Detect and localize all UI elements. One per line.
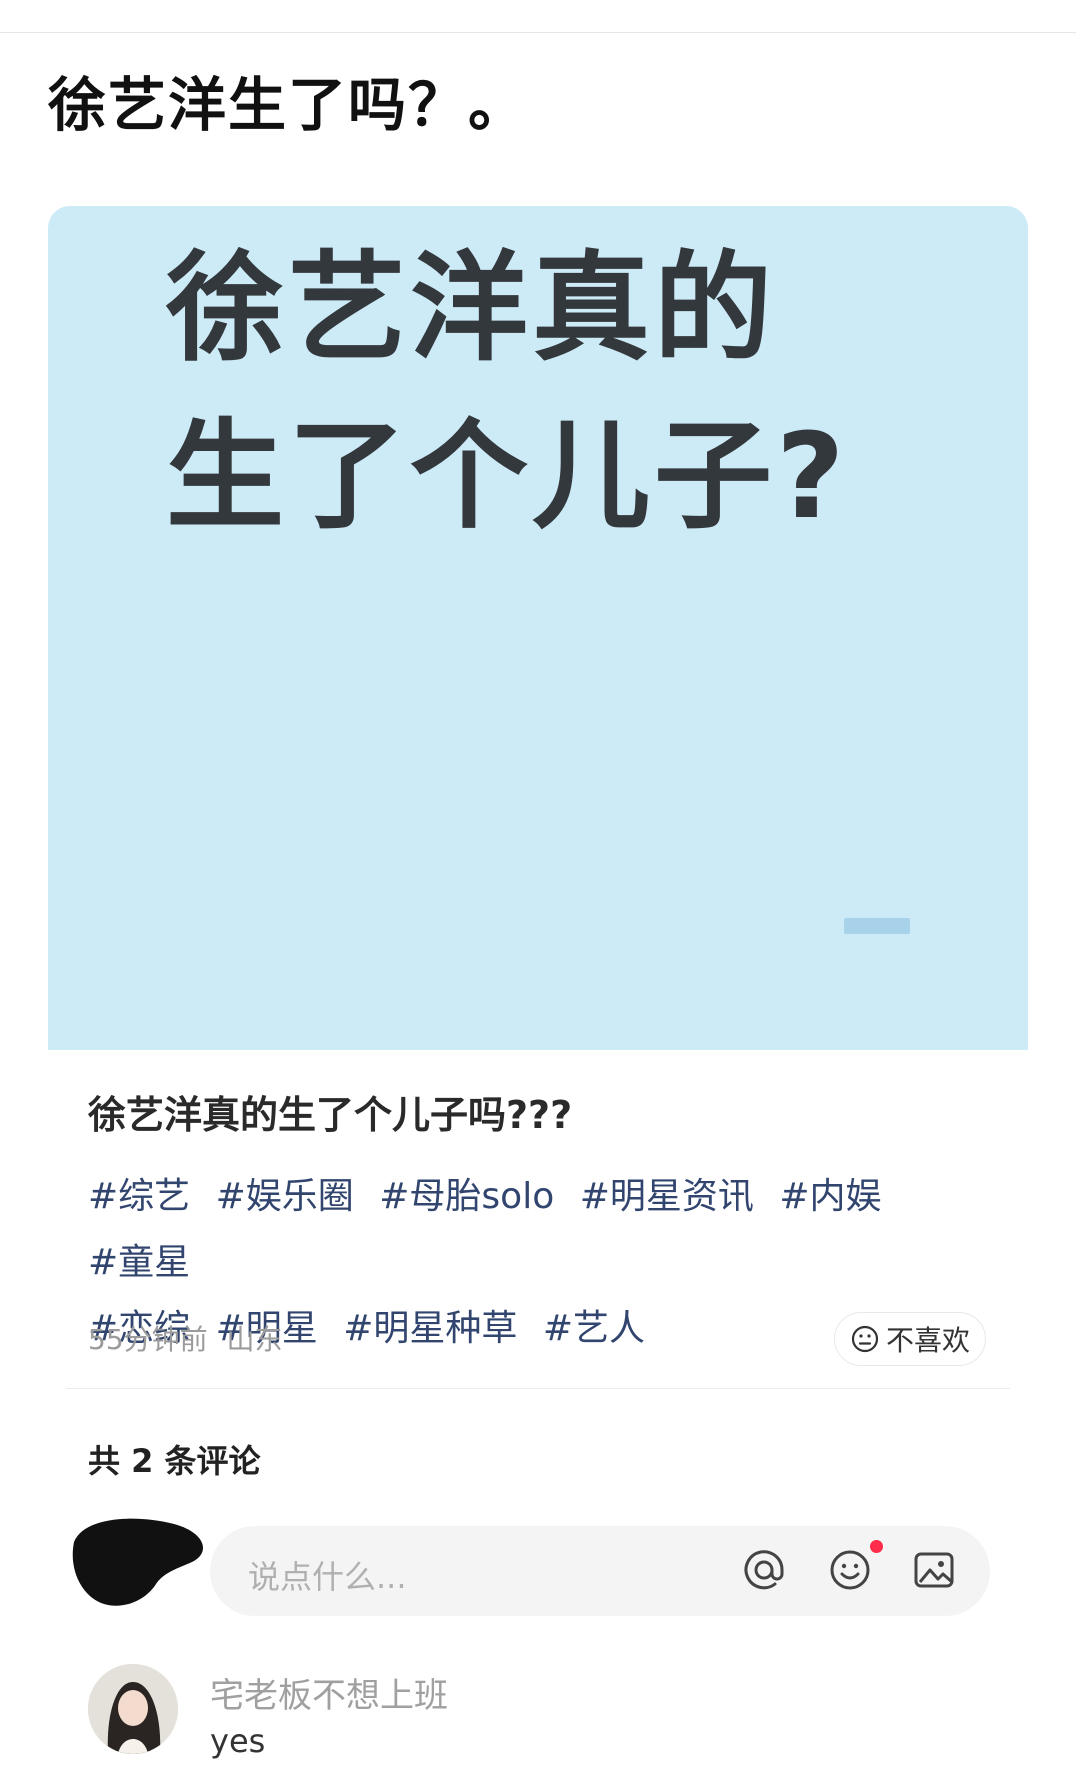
post-image[interactable]: 徐艺洋真的 生了个儿子? bbox=[48, 206, 1028, 1050]
tag-link[interactable]: #明星资讯 bbox=[580, 1176, 754, 1217]
tag-link[interactable]: #童星 bbox=[88, 1242, 190, 1283]
comments-count: 共 2 条评论 bbox=[88, 1442, 261, 1480]
post-image-line-1: 徐艺洋真的 bbox=[166, 239, 777, 377]
post-meta: 55分钟前 山东 bbox=[88, 1318, 293, 1358]
top-divider bbox=[0, 32, 1076, 33]
smiley-icon[interactable] bbox=[826, 1546, 874, 1594]
tag-link[interactable]: #综艺 bbox=[88, 1176, 190, 1217]
commenter-avatar[interactable] bbox=[88, 1664, 178, 1754]
tag-link[interactable]: #母胎solo bbox=[379, 1176, 554, 1217]
notification-dot bbox=[870, 1540, 883, 1553]
post-image-line-2: 生了个儿子? bbox=[166, 407, 849, 545]
comment-input-placeholder: 说点什么... bbox=[248, 1558, 407, 1596]
tag-link[interactable]: #艺人 bbox=[543, 1308, 645, 1349]
post-time: 55分钟前 bbox=[88, 1323, 208, 1356]
tag-link[interactable]: #明星种草 bbox=[343, 1308, 517, 1349]
post-title: 徐艺洋真的生了个儿子吗??? bbox=[88, 1093, 573, 1137]
comment-input[interactable]: 说点什么... bbox=[210, 1526, 990, 1616]
tag-link[interactable]: #娱乐圈 bbox=[216, 1176, 354, 1217]
post-image-text: 徐艺洋真的 生了个儿子? bbox=[166, 224, 848, 560]
comment-author[interactable]: 宅老板不想上班 bbox=[210, 1668, 448, 1717]
neutral-face-icon bbox=[851, 1325, 879, 1353]
image-icon[interactable] bbox=[910, 1546, 958, 1594]
post-location: 山东 bbox=[226, 1323, 283, 1356]
overlay-title: 徐艺洋生了吗？。 bbox=[48, 71, 529, 139]
dislike-label: 不喜欢 bbox=[885, 1324, 970, 1357]
comment-text: yes bbox=[210, 1722, 266, 1760]
image-indicator bbox=[844, 918, 910, 934]
dislike-button[interactable]: 不喜欢 bbox=[834, 1312, 986, 1366]
section-divider bbox=[66, 1388, 1010, 1389]
tag-link[interactable]: #内娱 bbox=[779, 1176, 881, 1217]
avatar-image bbox=[88, 1664, 178, 1754]
at-icon[interactable] bbox=[740, 1546, 788, 1594]
current-user-avatar[interactable] bbox=[64, 1512, 210, 1612]
